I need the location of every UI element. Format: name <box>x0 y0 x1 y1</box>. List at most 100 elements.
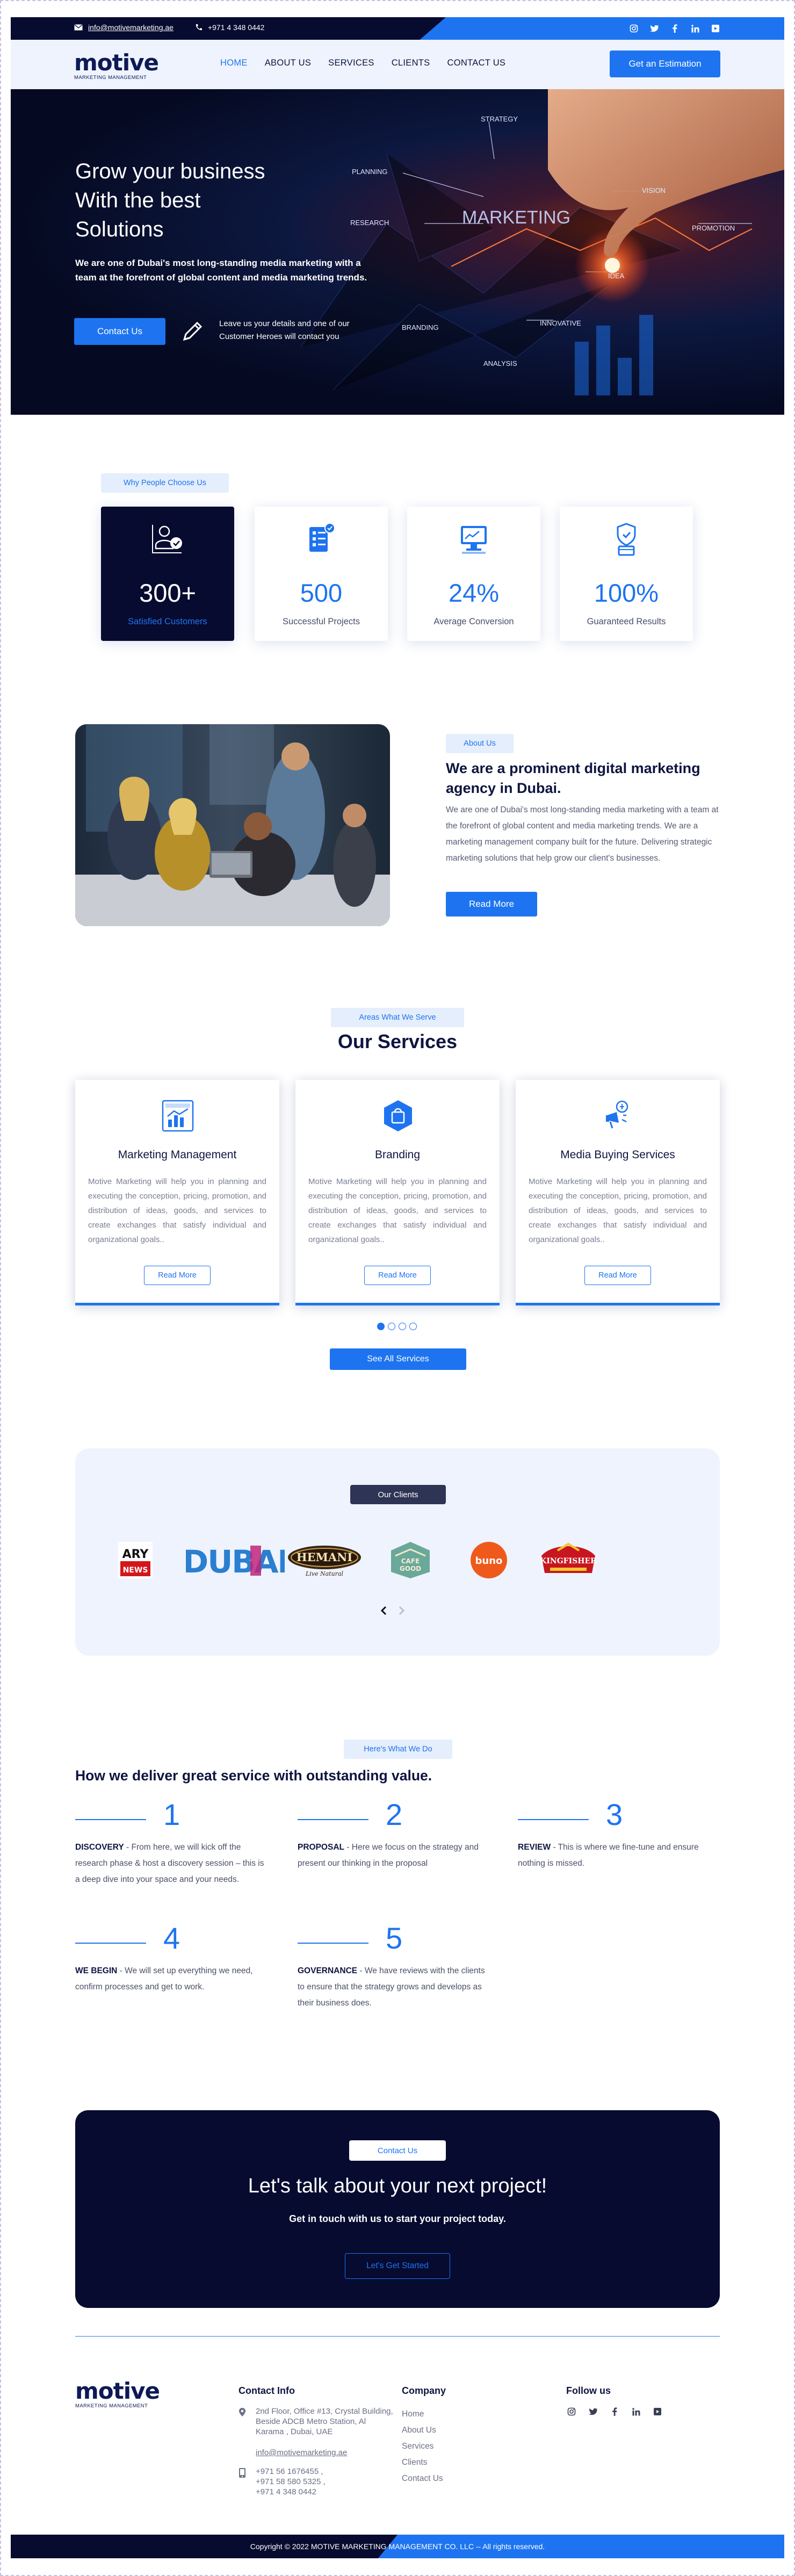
phone-icon <box>196 24 202 31</box>
see-all-services-button[interactable]: See All Services <box>330 1348 466 1370</box>
step-name: WE BEGIN <box>75 1966 118 1975</box>
footer-link-about[interactable]: About Us <box>402 2422 509 2438</box>
chevron-left-icon[interactable] <box>380 1605 387 1619</box>
facebook-icon[interactable] <box>669 23 680 34</box>
hero-word-strategy: STRATEGY <box>481 115 518 123</box>
about-us-label: About Us <box>446 734 514 753</box>
footer-logo[interactable]: motive MARKETING MANAGEMENT <box>75 2380 160 2409</box>
linkedin-icon[interactable] <box>631 2406 641 2417</box>
logo-tagline: MARKETING MANAGEMENT <box>74 75 147 81</box>
get-estimation-button[interactable]: Get an Estimation <box>610 50 720 77</box>
services-carousel-dots <box>377 1323 417 1330</box>
step-line <box>298 1943 368 1944</box>
copyright-bar: Copyright © 2022 MOTIVE MARKETING MANAGE… <box>11 2535 784 2558</box>
footer-link-clients[interactable]: Clients <box>402 2455 509 2471</box>
footer-logo-wordmark: motive <box>75 2378 160 2404</box>
hero-title-line-3: Solutions <box>75 218 164 241</box>
hero-title: Grow your business With the best Solutio… <box>75 157 355 244</box>
hero-banner: STRATEGY PLANNING RESEARCH VISION PROMOT… <box>11 89 784 415</box>
clients-carousel-arrows <box>380 1605 406 1619</box>
hemani-logo-tagline: Live Natural <box>305 1570 344 1577</box>
carousel-dot[interactable] <box>377 1323 385 1330</box>
twitter-icon[interactable] <box>649 23 660 34</box>
client-logo-hemani[interactable]: HEMANI Live Natural <box>281 1539 367 1582</box>
hero-leave-details-note: Leave us your details and one of our Cus… <box>219 319 350 341</box>
stat-card-conversion: 24% Average Conversion <box>407 507 540 641</box>
projects-icon <box>309 523 335 552</box>
footer-socials <box>566 2406 684 2417</box>
footer-email[interactable]: info@motivemarketing.ae <box>238 2448 394 2458</box>
carousel-dot[interactable] <box>409 1323 417 1330</box>
service-description: Motive Marketing will help you in planni… <box>308 1177 487 1244</box>
hero-contact-button[interactable]: Contact Us <box>74 318 165 345</box>
carousel-dot[interactable] <box>388 1323 395 1330</box>
step-text: GOVERNANCE - We have reviews with the cl… <box>298 1963 492 2011</box>
service-read-more-button[interactable]: Read More <box>584 1266 651 1285</box>
about-read-more-button[interactable]: Read More <box>446 892 537 917</box>
nav-item-services[interactable]: SERVICES <box>328 58 374 68</box>
top-bar-email-text[interactable]: info@motivemarketing.ae <box>88 23 174 32</box>
clients-section: Our Clients ARY NEWS DUBAI HEMANI Live N… <box>75 1448 720 1656</box>
kingfisher-logo-text: KINGFISHER <box>540 1557 597 1565</box>
site-logo[interactable]: motive MARKETING MANAGEMENT <box>74 52 159 81</box>
get-started-button[interactable]: Let's Get Started <box>345 2253 450 2279</box>
nav-item-contact[interactable]: CONTACT US <box>447 58 506 68</box>
service-card-media-buying: Media Buying Services Motive Marketing w… <box>516 1080 720 1305</box>
hero-marketing-illustration: STRATEGY PLANNING RESEARCH VISION PROMOT… <box>300 89 784 395</box>
ary-logo-text: ARY <box>122 1548 149 1561</box>
client-logo-cafe-good[interactable]: CAFE GOOD <box>385 1539 436 1582</box>
instagram-icon[interactable] <box>566 2406 577 2417</box>
twitter-icon[interactable] <box>588 2406 598 2417</box>
about-team-photo <box>75 724 390 926</box>
dubai-logo-text: DUBAI <box>186 1543 285 1579</box>
stat-value: 300+ <box>139 579 196 607</box>
about-heading: We are a prominent digital marketing age… <box>446 760 700 796</box>
stat-label: Average Conversion <box>433 617 514 626</box>
footer-link-services[interactable]: Services <box>402 2438 509 2455</box>
step-text: DISCOVERY - From here, we will kick off … <box>75 1839 270 1888</box>
hero-word-research: RESEARCH <box>350 219 389 227</box>
client-logo-ary-news[interactable]: ARY NEWS <box>118 1539 153 1582</box>
nav-item-about[interactable]: ABOUT US <box>265 58 311 68</box>
chevron-right-icon[interactable] <box>398 1605 406 1619</box>
footer-link-home[interactable]: Home <box>402 2406 509 2422</box>
youtube-icon[interactable] <box>652 2406 663 2417</box>
carousel-dot[interactable] <box>399 1323 406 1330</box>
step-name: REVIEW <box>518 1843 551 1852</box>
top-bar: info@motivemarketing.ae +971 4 348 0442 <box>11 17 784 40</box>
top-bar-phone-text[interactable]: +971 4 348 0442 <box>208 23 265 32</box>
nav-item-home[interactable]: HOME <box>220 58 248 68</box>
stat-value: 100% <box>594 579 659 607</box>
footer-phone[interactable]: +971 56 1676455 , <box>256 2466 326 2477</box>
footer-email-text[interactable]: info@motivemarketing.ae <box>256 2448 347 2458</box>
hemani-logo-text: HEMANI <box>297 1550 352 1564</box>
footer-address: 2nd Floor, Office #13, Crystal Building,… <box>238 2406 394 2437</box>
nav-item-clients[interactable]: CLIENTS <box>392 58 430 68</box>
footer-company: Company Home About Us Services Clients C… <box>402 2385 509 2487</box>
step-number: 3 <box>606 1798 623 1831</box>
top-bar-phone[interactable]: +971 4 348 0442 <box>195 23 265 32</box>
client-logo-kingfisher[interactable]: KINGFISHER <box>536 1539 601 1582</box>
our-clients-label: Our Clients <box>350 1485 446 1504</box>
top-bar-email[interactable]: info@motivemarketing.ae <box>74 23 174 32</box>
conversion-icon <box>461 526 487 554</box>
client-logo-buno[interactable]: buno <box>469 1539 508 1582</box>
service-read-more-button[interactable]: Read More <box>364 1266 431 1285</box>
youtube-icon[interactable] <box>710 23 721 34</box>
footer-phone[interactable]: +971 4 348 0442 <box>256 2487 326 2497</box>
hero-word-planning: PLANNING <box>352 168 387 176</box>
services-title: Our Services <box>337 1030 458 1052</box>
hero-word-analysis: ANALYSIS <box>483 359 517 367</box>
service-read-more-button[interactable]: Read More <box>144 1266 211 1285</box>
client-logo-dubai[interactable]: DUBAI <box>186 1539 285 1582</box>
stat-label: Guaranteed Results <box>587 617 666 626</box>
hero-subtitle: We are one of Dubai's most long-standing… <box>75 258 367 283</box>
linkedin-icon[interactable] <box>690 23 700 34</box>
nav-menu: HOME ABOUT US SERVICES CLIENTS CONTACT U… <box>220 58 505 68</box>
footer-link-contact[interactable]: Contact Us <box>402 2471 509 2487</box>
instagram-icon[interactable] <box>628 23 639 34</box>
service-title: Media Buying Services <box>560 1149 675 1161</box>
ary-logo-subtext: NEWS <box>123 1566 148 1575</box>
facebook-icon[interactable] <box>609 2406 620 2417</box>
footer-phone[interactable]: +971 58 580 5325 , <box>256 2477 326 2487</box>
